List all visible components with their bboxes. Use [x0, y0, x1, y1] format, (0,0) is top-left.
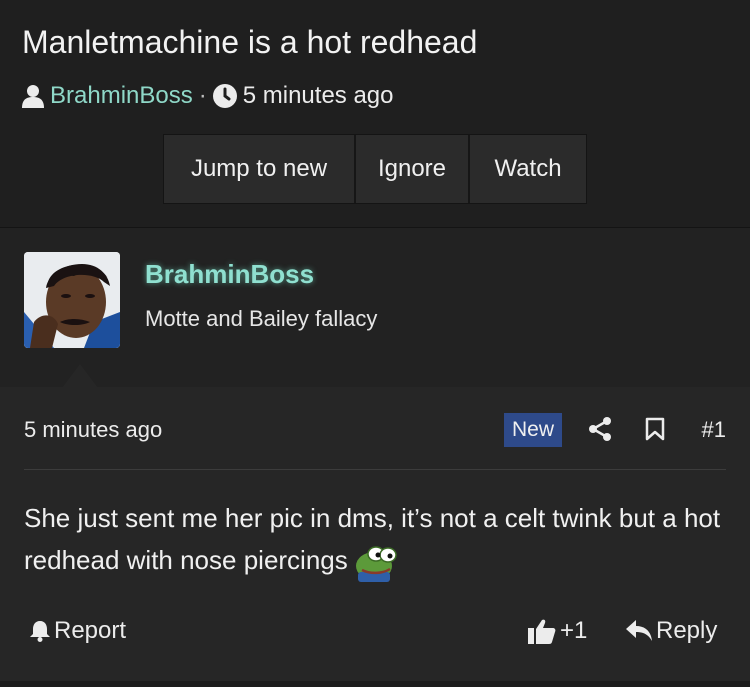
- share-icon[interactable]: [588, 417, 612, 446]
- post-username[interactable]: BrahminBoss: [145, 259, 314, 290]
- thread-meta: BrahminBoss · 5 minutes ago: [22, 80, 394, 112]
- post-user-block: BrahminBoss Motte and Bailey fallacy: [0, 227, 750, 388]
- reply-icon: [626, 620, 652, 641]
- report-button[interactable]: Report: [30, 617, 126, 645]
- thread-time[interactable]: 5 minutes ago: [243, 82, 394, 110]
- thumbs-up-icon: [528, 619, 556, 644]
- report-label: Report: [54, 617, 127, 644]
- user-title: Motte and Bailey fallacy: [145, 306, 378, 331]
- message-body: She just sent me her pic in dms, it’s no…: [24, 497, 724, 583]
- like-button[interactable]: +1: [528, 617, 587, 645]
- post-number-link[interactable]: #1: [702, 417, 726, 443]
- jump-to-new-button[interactable]: Jump to new: [164, 135, 356, 203]
- bookmark-icon[interactable]: [645, 417, 665, 446]
- thread-button-group: Jump to new Ignore Watch: [163, 134, 587, 204]
- message-block: 5 minutes ago New #1 She just sent me he…: [0, 387, 750, 687]
- reply-label: Reply: [656, 617, 718, 644]
- message-footer: Report +1 Reply: [24, 613, 726, 653]
- watch-button[interactable]: Watch: [470, 135, 586, 203]
- bell-icon: [30, 621, 50, 642]
- new-badge: New: [504, 413, 562, 447]
- post: BrahminBoss Motte and Bailey fallacy 5 m…: [0, 227, 750, 687]
- message-attribution: 5 minutes ago New #1: [24, 409, 726, 449]
- pepe-emoji-icon: [354, 542, 398, 583]
- post-bottom-border: [0, 681, 750, 687]
- clock-icon: [212, 84, 237, 108]
- divider: [24, 469, 726, 470]
- meta-separator: ·: [198, 82, 207, 109]
- message-arrow: [62, 364, 98, 388]
- thread-title: Manletmachine is a hot redhead: [22, 24, 478, 60]
- user-icon: [22, 84, 44, 108]
- post-time[interactable]: 5 minutes ago: [24, 417, 162, 443]
- ignore-button[interactable]: Ignore: [356, 135, 470, 203]
- avatar[interactable]: [24, 252, 120, 348]
- thread-author-link[interactable]: BrahminBoss: [50, 82, 193, 110]
- thread-header: Manletmachine is a hot redhead BrahminBo…: [0, 0, 750, 226]
- like-count: +1: [560, 617, 588, 644]
- reply-button[interactable]: Reply: [626, 617, 717, 645]
